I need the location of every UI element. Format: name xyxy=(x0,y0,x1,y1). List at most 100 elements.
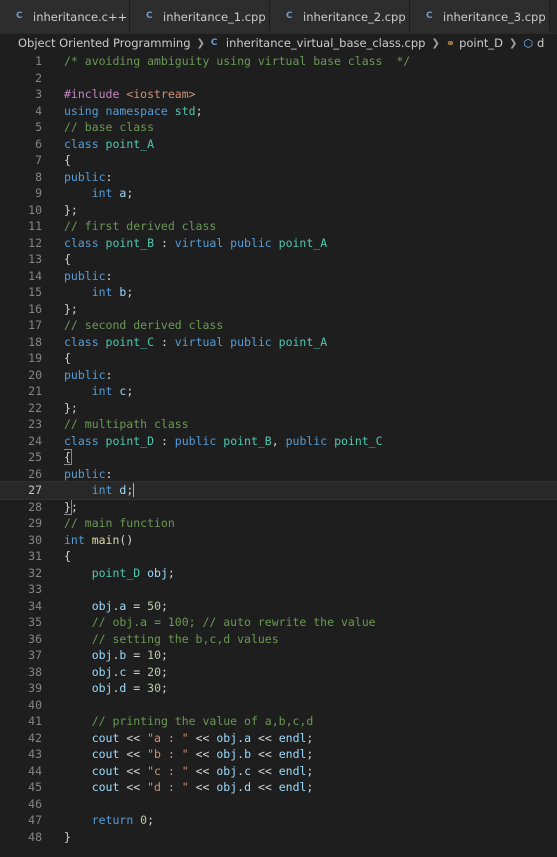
code-line[interactable]: 28}; xyxy=(0,498,557,516)
code-token: cout xyxy=(91,730,120,745)
code-line[interactable]: 17 // second derived class xyxy=(0,317,557,334)
line-number: 36 xyxy=(28,631,42,646)
code-line[interactable]: 20 public: xyxy=(0,367,557,384)
code-line[interactable]: 42 cout << "a : " << obj.a << endl; xyxy=(0,730,557,747)
code-token: obj xyxy=(216,763,238,778)
code-line[interactable]: 45 cout << "d : " << obj.d << endl; xyxy=(0,779,557,796)
code-token: "b : " xyxy=(147,747,189,761)
tab-label: inheritance_3.cpp xyxy=(443,9,546,24)
line-number: 28 xyxy=(28,499,42,514)
line-code: cout << "d : " << obj.d << endl; xyxy=(64,779,557,796)
line-number: 25 xyxy=(28,450,42,464)
code-line[interactable]: 5 // base class xyxy=(0,119,557,136)
code-line[interactable]: 29 // main function xyxy=(0,515,557,532)
tab-inheritance-2-cpp[interactable]: C inheritance_2.cpp xyxy=(270,0,410,33)
code-token: /* avoiding ambiguity using virtual base… xyxy=(64,54,411,68)
code-token: "c : " xyxy=(147,763,189,778)
tab-label: inheritance_2.cpp xyxy=(303,9,406,24)
code-line[interactable]: 19 { xyxy=(0,350,557,367)
line-number: 42 xyxy=(28,730,42,745)
tab-label: inheritance.c++ xyxy=(33,9,128,24)
code-line[interactable]: 47 return 0; xyxy=(0,812,557,829)
code-token: , xyxy=(271,433,286,448)
line-number: 31 xyxy=(28,549,42,563)
code-line[interactable]: 31 { xyxy=(0,548,557,565)
code-token: public xyxy=(64,268,106,283)
line-code: { xyxy=(64,251,557,268)
code-line[interactable]: 25 { xyxy=(0,449,557,466)
line-number: 40 xyxy=(28,697,42,712)
code-line[interactable]: 41 // printing the value of a,b,c,d xyxy=(0,713,557,730)
code-line[interactable]: 43 cout << "b : " << obj.b << endl; xyxy=(0,746,557,763)
code-line[interactable]: 46 xyxy=(0,796,557,813)
line-number: 29 xyxy=(28,516,42,530)
breadcrumb-folder[interactable]: Object Oriented Programming xyxy=(18,36,191,50)
code-line[interactable]: 48} xyxy=(0,829,557,846)
line-code: } xyxy=(64,829,557,846)
code-line[interactable]: 32 point_D obj; xyxy=(0,565,557,582)
line-number: 13 xyxy=(28,252,42,266)
code-token: ; xyxy=(161,598,168,613)
line-number: 45 xyxy=(28,780,42,794)
code-token: << xyxy=(119,763,148,778)
code-line[interactable]: 9 int a; xyxy=(0,185,557,202)
code-line[interactable]: 6 class point_A xyxy=(0,136,557,153)
tab-bar: C inheritance.c++ C inheritance_1.cpp C … xyxy=(0,0,557,34)
code-line[interactable]: 35 // obj.a = 100; // auto rewrite the v… xyxy=(0,614,557,631)
code-line[interactable]: 40 xyxy=(0,697,557,714)
code-line[interactable]: 15 int b; xyxy=(0,284,557,301)
code-line[interactable]: 3 #include <iostream> xyxy=(0,86,557,103)
tab-inheritance-1-cpp[interactable]: C inheritance_1.cpp xyxy=(130,0,270,33)
code-line[interactable]: 14 public: xyxy=(0,268,557,285)
code-token: point_A xyxy=(105,136,155,151)
code-token: obj xyxy=(91,598,113,613)
tab-inheritance-cpp[interactable]: C inheritance.c++ xyxy=(0,0,130,33)
code-line[interactable]: 33 xyxy=(0,581,557,598)
breadcrumb-file[interactable]: inheritance_virtual_base_class.cpp xyxy=(226,36,426,50)
code-line[interactable]: 10}; xyxy=(0,202,557,219)
code-line[interactable]: 4 using namespace std; xyxy=(0,103,557,120)
line-code: using namespace std; xyxy=(64,103,557,120)
line-number: 43 xyxy=(28,747,42,761)
code-token: point_A xyxy=(278,334,328,349)
code-editor[interactable]: 1 /* avoiding ambiguity using virtual bas… xyxy=(0,52,557,845)
code-line[interactable]: 24 class point_D : public point_B, public… xyxy=(0,433,557,450)
code-line[interactable]: 36 // setting the b,c,d values xyxy=(0,631,557,648)
code-line[interactable]: 13 { xyxy=(0,251,557,268)
tab-inheritance-3-cpp[interactable]: C inheritance_3.cpp xyxy=(410,0,550,33)
code-line[interactable]: 27 int d; xyxy=(0,481,557,500)
line-code: int d; xyxy=(64,482,557,499)
code-line[interactable]: 22}; xyxy=(0,400,557,417)
code-line[interactable]: 21 int c; xyxy=(0,383,557,400)
line-code: return 0; xyxy=(64,812,557,829)
code-line[interactable]: 44 cout << "c : " << obj.c << endl; xyxy=(0,763,557,780)
code-line[interactable]: 16}; xyxy=(0,301,557,318)
breadcrumb-symbol[interactable]: point_D xyxy=(459,36,503,50)
line-code: #include <iostream> xyxy=(64,86,557,103)
field-cube-icon: ⬡ xyxy=(523,36,534,50)
code-line[interactable]: 11 // first derived class xyxy=(0,218,557,235)
code-line[interactable]: 26 public: xyxy=(0,466,557,483)
code-line[interactable]: 8 public: xyxy=(0,169,557,186)
code-token: int xyxy=(64,532,92,547)
code-line[interactable]: 34 obj.a = 50; xyxy=(0,598,557,615)
code-line[interactable]: 18 class point_C : virtual public point_A xyxy=(0,334,557,351)
code-line[interactable]: 39 obj.d = 30; xyxy=(0,680,557,697)
code-line[interactable]: 7{ xyxy=(0,152,557,169)
code-token: class xyxy=(64,136,106,151)
code-line[interactable]: 1 /* avoiding ambiguity using virtual bas… xyxy=(0,53,557,70)
code-line[interactable]: 23 // multipath class xyxy=(0,416,557,433)
breadcrumb-member[interactable]: d xyxy=(537,36,544,50)
line-number: 23 xyxy=(28,417,42,431)
code-line[interactable]: 38 obj.c = 20; xyxy=(0,664,557,681)
code-line[interactable]: 37 obj.b = 10; xyxy=(0,647,557,664)
code-line[interactable]: 12 class point_B : virtual public point_A xyxy=(0,235,557,252)
c-plus-plus-icon: C xyxy=(286,11,293,21)
code-token: obj xyxy=(216,780,238,794)
code-line[interactable]: 30 int main() xyxy=(0,532,557,549)
code-line[interactable]: 2 xyxy=(0,70,557,87)
